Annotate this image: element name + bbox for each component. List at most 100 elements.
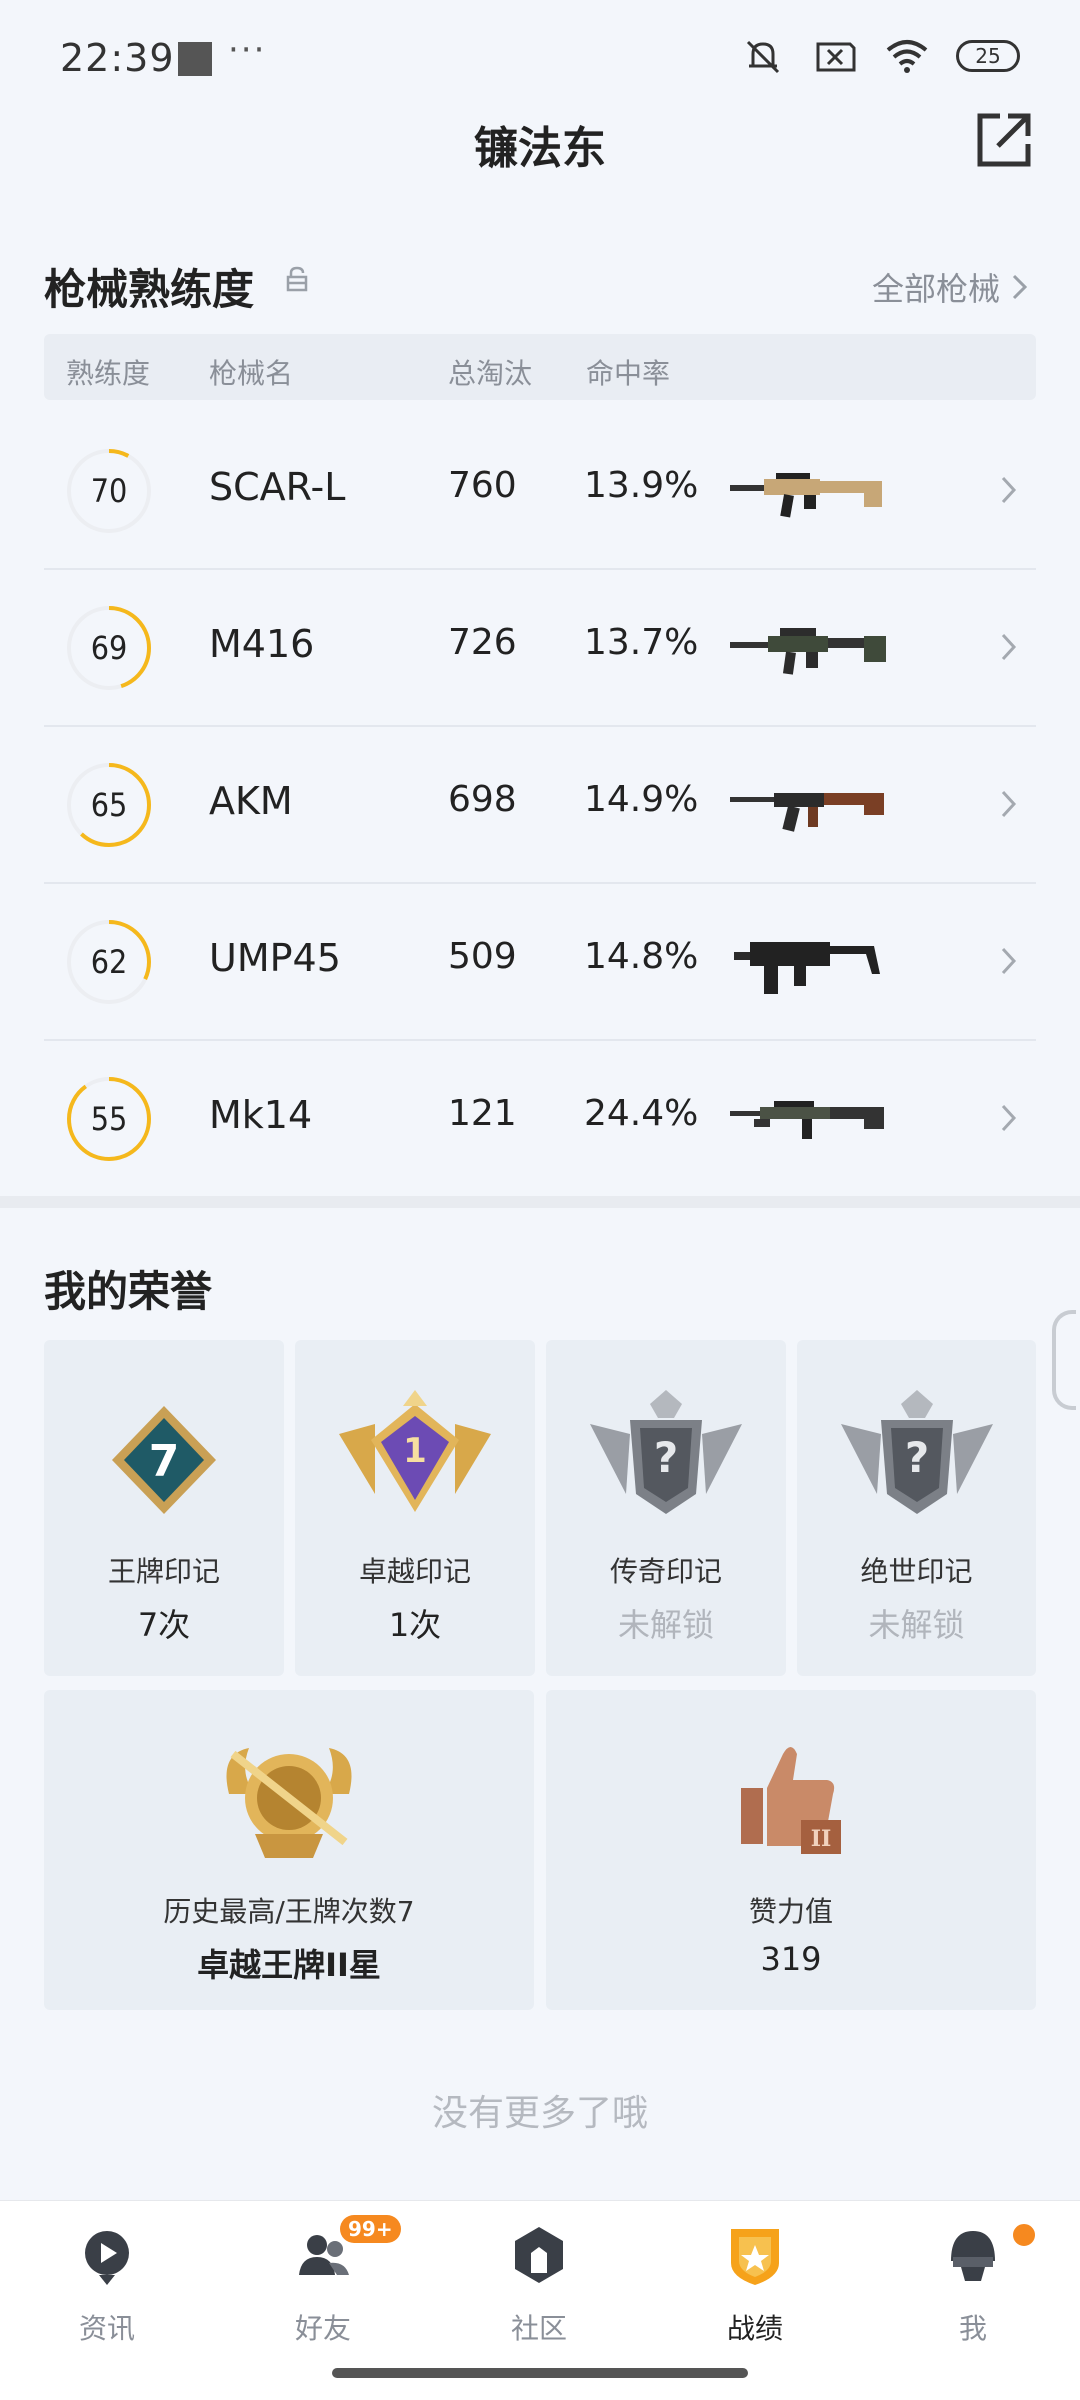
excellence-badge-number: 1 [403, 1431, 427, 1471]
weapon-accuracy: 14.9% [584, 779, 699, 820]
honors-title: 我的荣誉 [44, 1267, 213, 1316]
honor-card-excellence[interactable]: 1 卓越印记 1次 [295, 1340, 535, 1676]
honor-label: 传奇印记 [609, 1555, 722, 1588]
ace-mark-badge-icon: 7 [112, 1406, 216, 1514]
notification-square-icon [178, 42, 212, 76]
status-bar: 22:39 ··· 25 [0, 0, 1080, 120]
weapon-name: UMP45 [209, 936, 341, 980]
mute-bell-icon [746, 40, 780, 74]
best-rank-card[interactable]: 历史最高/王牌次数7 卓越王牌II星 [44, 1690, 534, 2010]
likes-value: 319 [760, 1940, 822, 1978]
side-drawer-handle[interactable] [1052, 1310, 1076, 1410]
lock-icon [286, 266, 308, 292]
chevron-right-icon [1001, 633, 1017, 661]
weapon-kills: 726 [448, 622, 517, 663]
ace-emblem-icon [226, 1748, 352, 1858]
chevron-right-icon [1001, 1104, 1017, 1132]
weapon-accuracy: 24.4% [584, 1093, 699, 1134]
mastery-value: 69 [90, 629, 128, 667]
weapon-row[interactable]: 55 Mk14 121 24.4% [44, 1041, 1036, 1198]
weapon-row[interactable]: 62 UMP45 509 14.8% [44, 884, 1036, 1041]
weapon-accuracy: 13.9% [584, 465, 699, 506]
scar-l-rifle-image [730, 473, 882, 518]
weapon-mastery-title: 枪械熟练度 [44, 265, 255, 314]
nav-tab-friends[interactable]: 99+ 好友 [248, 2215, 401, 2353]
honor-label: 卓越印记 [358, 1555, 471, 1588]
honor-value: 未解锁 [868, 1606, 965, 1644]
nav-label: 资讯 [78, 2312, 135, 2345]
likes-card[interactable]: II 赞力值 319 [546, 1690, 1036, 2010]
nav-label: 社区 [510, 2312, 567, 2345]
page-title: 镰法东 [474, 123, 606, 174]
nav-tab-news[interactable]: 资讯 [32, 2223, 182, 2353]
home-indicator[interactable] [332, 2368, 748, 2378]
chevron-right-icon [1001, 790, 1017, 818]
wifi-icon [886, 40, 928, 73]
notification-dot [1010, 2221, 1038, 2249]
mk14-rifle-image [730, 1101, 884, 1139]
weapon-name: Mk14 [209, 1093, 313, 1137]
chevron-right-icon [1012, 274, 1028, 300]
column-accuracy: 命中率 [586, 357, 671, 390]
svg-text:II: II [811, 1826, 832, 1852]
weapon-name: AKM [209, 779, 293, 823]
best-rank-value: 卓越王牌II星 [197, 1946, 381, 1984]
column-kills: 总淘汰 [448, 357, 533, 390]
nav-tab-me[interactable]: 我 [898, 2221, 1048, 2353]
weapon-accuracy: 14.8% [584, 936, 699, 977]
peerless-badge-symbol: ? [904, 1433, 928, 1482]
nav-label: 我 [958, 2312, 987, 2345]
honor-value: 7次 [137, 1606, 191, 1644]
column-mastery: 熟练度 [66, 357, 151, 390]
best-rank-label: 历史最高/王牌次数7 [163, 1895, 415, 1928]
friends-count-badge: 99+ [340, 2215, 401, 2243]
honor-card-peerless[interactable]: ? 绝世印记 未解锁 [797, 1340, 1036, 1676]
mastery-value: 70 [90, 472, 128, 510]
weapon-row[interactable]: 65 AKM 698 14.9% [44, 727, 1036, 884]
stats-shield-icon [731, 2229, 779, 2285]
peerless-mark-badge-icon: ? [840, 1390, 993, 1514]
weapon-kills: 509 [448, 936, 517, 977]
community-icon [515, 2227, 563, 2283]
weapon-name: M416 [209, 622, 315, 666]
nav-label: 好友 [294, 2312, 351, 2345]
nav-tab-community[interactable]: 社区 [464, 2223, 614, 2353]
chevron-right-icon [1001, 476, 1017, 504]
news-icon [85, 2231, 129, 2285]
helmet-avatar-icon [951, 2231, 995, 2281]
legend-mark-badge-icon: ? [590, 1390, 742, 1514]
weapon-kills: 121 [448, 1093, 517, 1134]
weapon-kills: 698 [448, 779, 517, 820]
share-icon[interactable] [974, 110, 1034, 170]
nav-label: 战绩 [726, 2312, 783, 2345]
honor-card-legend[interactable]: ? 传奇印记 未解锁 [546, 1340, 786, 1676]
ace-badge-number: 7 [149, 1436, 180, 1487]
likes-label: 赞力值 [748, 1895, 833, 1928]
battery-indicator: 25 [956, 40, 1020, 72]
no-more-text: 没有更多了哦 [431, 2093, 648, 2134]
legend-badge-symbol: ? [654, 1433, 678, 1482]
mastery-value: 65 [90, 786, 128, 824]
weapon-row[interactable]: 69 M416 726 13.7% [44, 570, 1036, 727]
weapon-table-header: 熟练度 枪械名 总淘汰 命中率 [44, 334, 1036, 400]
honor-value: 1次 [388, 1606, 442, 1644]
thumbs-up-icon: II [741, 1747, 841, 1854]
no-sim-icon [816, 42, 856, 72]
weapon-row[interactable]: 70 SCAR-L 760 13.9% [44, 413, 1036, 570]
ump45-smg-image [734, 942, 880, 994]
m416-rifle-image [730, 628, 886, 675]
column-name: 枪械名 [209, 357, 294, 390]
weapon-accuracy: 13.7% [584, 622, 699, 663]
weapon-name: SCAR-L [209, 465, 346, 509]
honor-label: 绝世印记 [860, 1555, 973, 1588]
nav-tab-stats[interactable]: 战绩 [680, 2223, 830, 2353]
mastery-value: 62 [90, 943, 128, 981]
status-time: 22:39 [60, 36, 175, 80]
all-weapons-link[interactable]: 全部枪械 [872, 264, 1030, 310]
more-notifications-icon: ··· [228, 30, 267, 70]
honor-card-ace[interactable]: 7 王牌印记 7次 [44, 1340, 284, 1676]
akm-rifle-image [730, 793, 884, 832]
chevron-right-icon [1001, 947, 1017, 975]
mastery-value: 55 [90, 1100, 128, 1138]
excellence-mark-badge-icon: 1 [339, 1390, 491, 1512]
